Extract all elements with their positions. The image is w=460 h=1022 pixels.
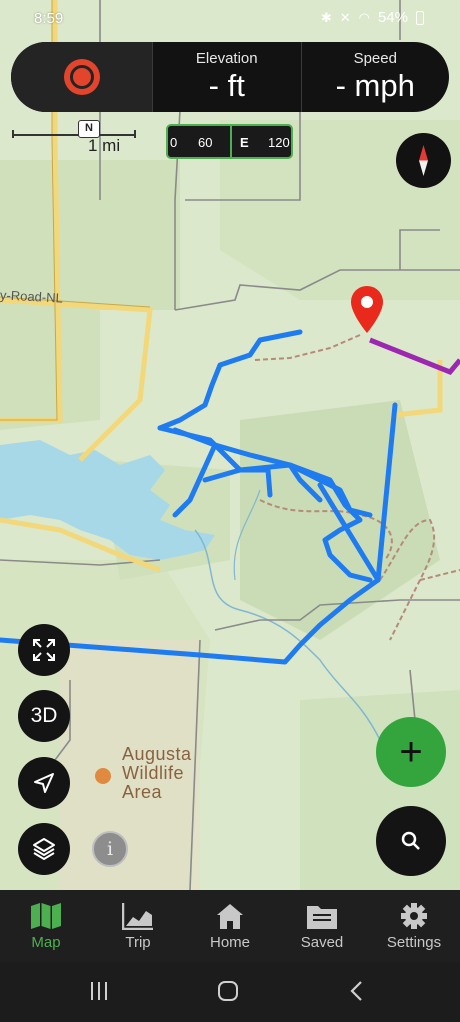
wildlife-area-label: Augusta Wildlife Area (122, 744, 192, 802)
map-layers-button[interactable] (18, 823, 70, 875)
home-nav-icon[interactable] (216, 979, 240, 1003)
folder-icon (306, 902, 338, 930)
compass-button[interactable] (396, 133, 451, 188)
nav-label: Saved (300, 934, 344, 951)
bottom-navigation: Map Trip Home Saved Settings (0, 890, 460, 962)
elevation-readout: Elevation - ft (152, 42, 301, 112)
battery-percent: 54% (377, 9, 408, 26)
wildlife-area-icon (95, 768, 111, 784)
status-time: 8:59 (34, 10, 64, 27)
record-area (11, 42, 152, 112)
search-icon (401, 831, 420, 850)
navigation-arrow-icon (34, 773, 54, 793)
battery-icon (416, 10, 424, 25)
compass-icon (419, 145, 428, 176)
home-icon (214, 902, 246, 930)
map-icon (30, 902, 62, 930)
road-label: y-Road-NL (0, 287, 64, 306)
heading-tick: E (240, 135, 249, 150)
search-button[interactable] (376, 806, 446, 876)
record-icon (69, 65, 94, 89)
nav-item-saved[interactable]: Saved (276, 890, 368, 962)
recent-apps-icon[interactable] (88, 980, 110, 1002)
nav-item-settings[interactable]: Settings (368, 890, 460, 962)
record-button[interactable] (63, 59, 100, 95)
status-bar: 8:59 ✱ ✕ ◠ 54% (0, 0, 460, 38)
mute-icon: ✕ (339, 9, 351, 25)
elevation-value: - ft (208, 68, 245, 103)
info-button[interactable]: i (92, 831, 128, 867)
nav-label: Trip (125, 934, 151, 951)
system-navigation-bar (0, 962, 460, 1022)
nav-item-trip[interactable]: Trip (92, 890, 184, 962)
map-scale: N 1 mi (12, 118, 142, 158)
elevation-label: Elevation (195, 50, 258, 67)
heading-tick: 0 (170, 135, 178, 150)
trip-tracker-panel: Elevation - ft Speed - mph (11, 42, 449, 112)
scale-label: 1 mi (88, 136, 121, 155)
nav-item-map[interactable]: Map (0, 890, 92, 962)
heading-tick: 60 (198, 135, 213, 150)
speed-value: - mph (335, 68, 415, 103)
my-location-button[interactable] (18, 757, 70, 809)
layers-icon (33, 838, 55, 860)
fullscreen-button[interactable] (18, 624, 70, 676)
speed-readout: Speed - mph (300, 42, 450, 112)
heading-indicator: 0 60 E 120 (166, 124, 293, 159)
wifi-icon: ◠ (358, 9, 370, 25)
add-button[interactable]: + (376, 717, 446, 787)
back-icon[interactable] (346, 979, 368, 1003)
gear-icon (398, 902, 430, 930)
nav-label: Settings (386, 934, 442, 951)
3d-toggle-button[interactable]: 3D (18, 690, 70, 742)
nav-item-home[interactable]: Home (184, 890, 276, 962)
bluetooth-icon: ✱ (320, 9, 332, 25)
trip-chart-icon (122, 902, 154, 930)
expand-icon (33, 639, 55, 661)
nav-label: Home (209, 934, 250, 951)
speed-label: Speed (353, 50, 397, 67)
location-pin-icon[interactable] (350, 285, 384, 335)
nav-label: Map (31, 934, 61, 951)
heading-tick: 120 (268, 135, 290, 150)
